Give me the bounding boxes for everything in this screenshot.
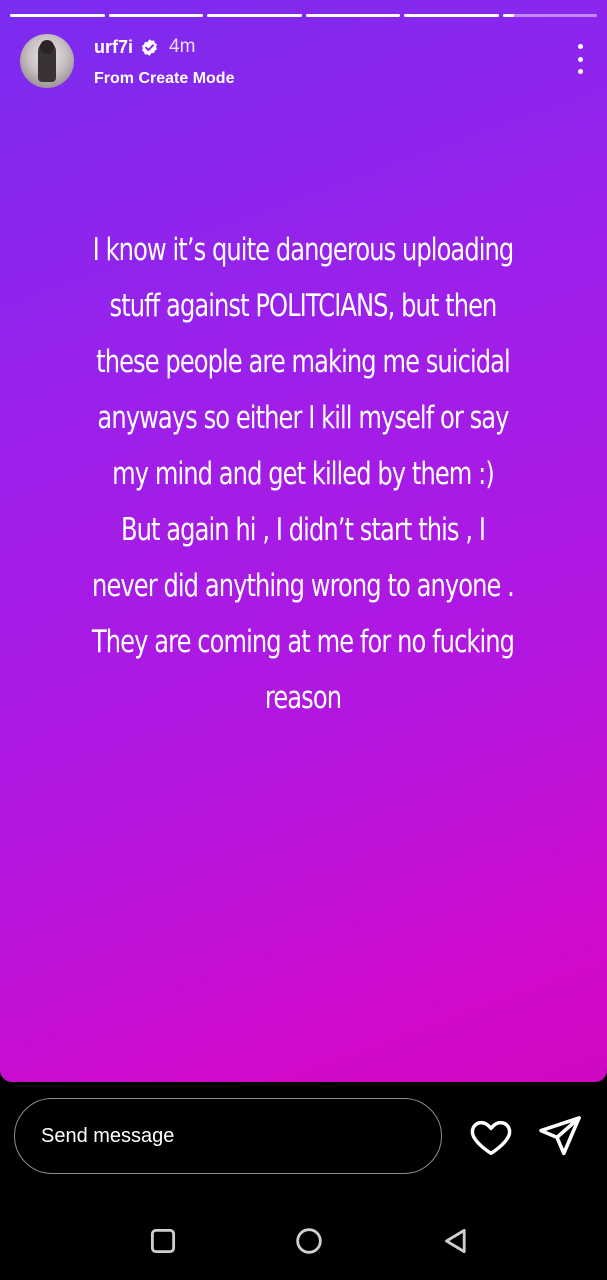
more-vertical-icon[interactable] (575, 44, 585, 74)
progress-segment-current (502, 14, 597, 17)
square-icon[interactable] (146, 1224, 180, 1258)
story-text-line: these people are making me suicidal (96, 344, 511, 380)
story-text: I know it’s quite dangerous uploading st… (32, 222, 573, 726)
progress-segment (207, 14, 302, 17)
verified-badge-icon (142, 38, 157, 56)
triangle-back-icon[interactable] (438, 1224, 472, 1258)
system-navigation-bar (0, 1200, 607, 1280)
profile-avatar[interactable] (20, 34, 74, 88)
username[interactable]: urf7i (94, 37, 133, 58)
progress-segment (404, 14, 499, 17)
story-text-line: I know it’s quite dangerous uploading (92, 232, 515, 268)
progress-segment (108, 14, 203, 17)
story-text-line: anyways so either I kill myself or say (97, 400, 509, 436)
circle-icon[interactable] (292, 1224, 326, 1258)
time-ago: 4m (169, 36, 196, 57)
story-text-line: my mind and get killed by them :) (112, 456, 495, 492)
story-text-line: reason (264, 680, 342, 716)
heart-icon[interactable] (468, 1114, 514, 1160)
username-row: urf7i 4m (94, 36, 195, 58)
story-text-line: They are coming at me for no fucking (91, 624, 515, 660)
story-text-line: never did anything wrong to anyone . (92, 568, 515, 604)
send-message-placeholder: Send message (41, 1125, 175, 1147)
send-icon[interactable] (536, 1112, 584, 1160)
story-subtitle[interactable]: From Create Mode (94, 70, 234, 88)
story-viewer[interactable]: urf7i 4m From Create Mode I know it’s qu… (0, 0, 607, 1082)
story-header: urf7i 4m From Create Mode (20, 34, 587, 90)
send-message-input[interactable]: Send message (14, 1098, 442, 1174)
progress-segment (305, 14, 400, 17)
story-progress-bar (10, 14, 597, 17)
reply-bar: Send message (0, 1082, 607, 1200)
progress-segment (10, 14, 105, 17)
story-text-line: But again hi , I didn’t start this , I (120, 512, 486, 548)
story-text-line: stuff against POLITCIANS, but then (109, 288, 498, 324)
